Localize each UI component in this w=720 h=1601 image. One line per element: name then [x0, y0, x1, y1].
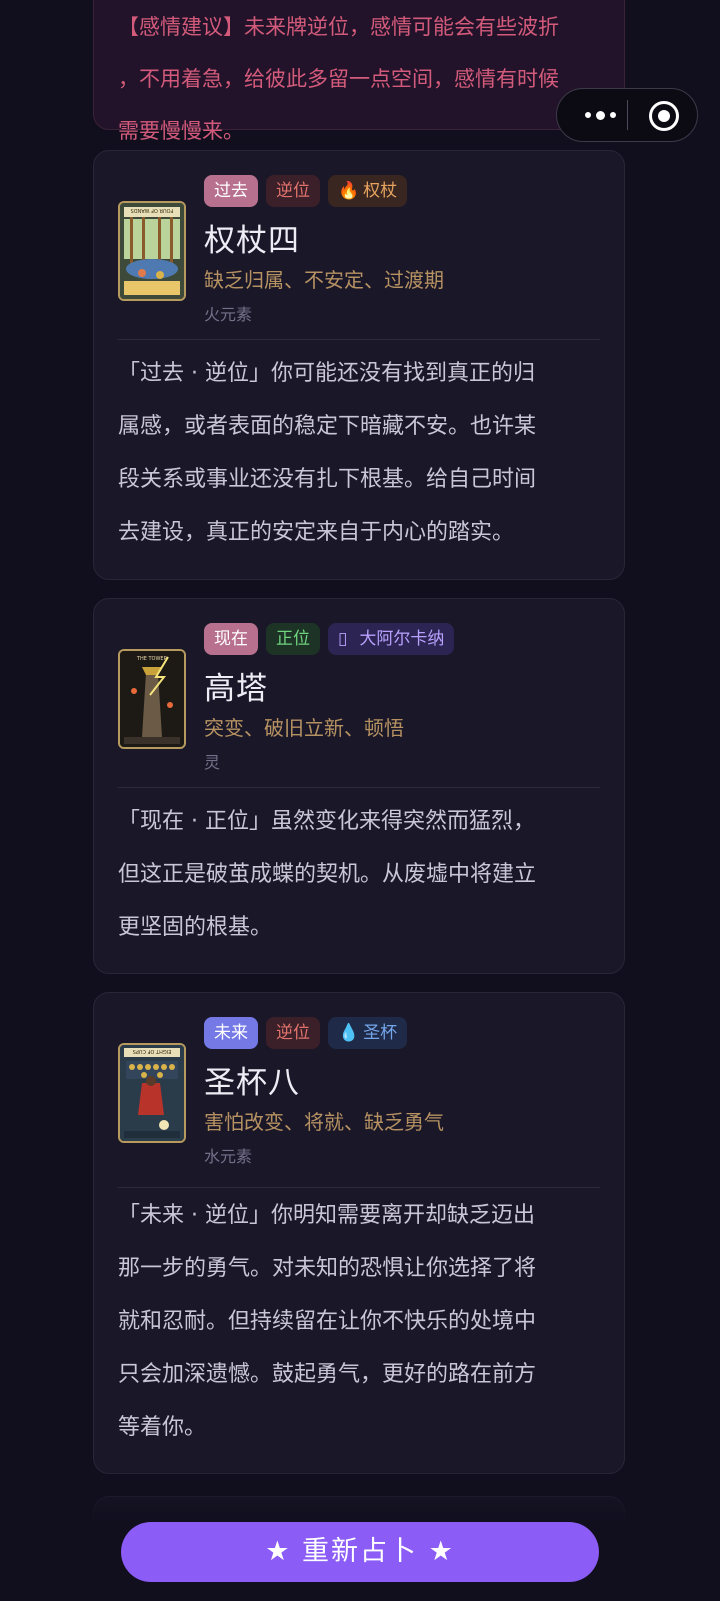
svg-text:FOUR OF WANDS: FOUR OF WANDS	[131, 207, 174, 213]
position-tag: 现在	[204, 623, 258, 655]
card-description: 「现在 · 正位」虽然变化来得突然而猛烈， 但这正是破茧成蝶的契机。从废墟中将建…	[118, 809, 537, 940]
svg-text:EIGHT OF CUPS: EIGHT OF CUPS	[133, 1048, 172, 1054]
suit-tag: ▯ 大阿尔卡纳	[328, 623, 455, 655]
card-keywords: 缺乏归属、不安定、过渡期	[204, 268, 444, 292]
tarot-card-future: EIGHT OF CUPS 未来 逆位 💧 圣杯 圣杯八 害怕改变、将就、缺乏勇气…	[93, 992, 625, 1474]
position-tag: 未来	[204, 1017, 258, 1049]
card-name: 高塔	[204, 671, 268, 707]
card-name: 权杖四	[204, 223, 300, 259]
card-icon: ▯	[338, 629, 348, 649]
card-keywords: 突变、破旧立新、顿悟	[204, 716, 404, 740]
tag-row: 现在 正位 ▯ 大阿尔卡纳	[204, 623, 455, 655]
card-element: 火元素	[204, 305, 253, 324]
suit-label: 大阿尔卡纳	[359, 629, 445, 649]
tarot-card-past: FOUR OF WANDS 过去 逆位 🔥 权杖 权杖四 缺乏归属、不安定、过渡期…	[93, 150, 625, 580]
target-icon[interactable]	[649, 101, 679, 131]
more-dots-icon[interactable]	[575, 89, 625, 141]
card-image-four-of-wands: FOUR OF WANDS	[118, 201, 186, 301]
orientation-tag: 逆位	[266, 1017, 320, 1049]
svg-text:THE TOWER: THE TOWER	[136, 656, 168, 662]
water-drop-icon: 💧	[338, 1023, 360, 1043]
card-keywords: 害怕改变、将就、缺乏勇气	[204, 1110, 444, 1134]
suit-tag: 💧 圣杯	[328, 1017, 408, 1049]
retry-divination-button[interactable]: ★ 重新占卜 ★	[121, 1522, 599, 1582]
card-element: 水元素	[204, 1147, 253, 1166]
card-description: 「未来 · 逆位」你明知需要离开却缺乏迈出 那一步的勇气。对未知的恐惧让你选择了…	[118, 1203, 537, 1440]
orientation-tag: 逆位	[266, 175, 320, 207]
tarot-card-present: THE TOWER 现在 正位 ▯ 大阿尔卡纳 高塔 突变、破旧立新、顿悟 灵 「…	[93, 598, 625, 974]
position-tag: 过去	[204, 175, 258, 207]
advice-text: 【感情建议】未来牌逆位，感情可能会有些波折 ，不用着急，给彼此多留一点空间，感情…	[118, 15, 559, 143]
fire-icon: 🔥	[338, 181, 360, 201]
suit-label: 圣杯	[363, 1023, 398, 1043]
card-image-eight-of-cups: EIGHT OF CUPS	[118, 1043, 186, 1143]
tag-row: 过去 逆位 🔥 权杖	[204, 175, 408, 207]
divider	[118, 787, 600, 788]
divider	[118, 339, 600, 340]
card-description: 「过去 · 逆位」你可能还没有找到真正的归 属感，或者表面的稳定下暗藏不安。也许…	[118, 361, 537, 545]
tag-row: 未来 逆位 💧 圣杯	[204, 1017, 408, 1049]
advice-card: 【感情建议】未来牌逆位，感情可能会有些波折 ，不用着急，给彼此多留一点空间，感情…	[93, 0, 625, 143]
orientation-tag: 正位	[266, 623, 320, 655]
capsule-divider	[627, 100, 628, 130]
suit-tag: 🔥 权杖	[328, 175, 408, 207]
card-image-the-tower: THE TOWER	[118, 649, 186, 749]
card-element: 灵	[204, 753, 221, 772]
suit-label: 权杖	[363, 181, 398, 201]
mini-program-capsule	[556, 88, 698, 142]
divider	[118, 1187, 600, 1188]
card-name: 圣杯八	[204, 1065, 300, 1101]
